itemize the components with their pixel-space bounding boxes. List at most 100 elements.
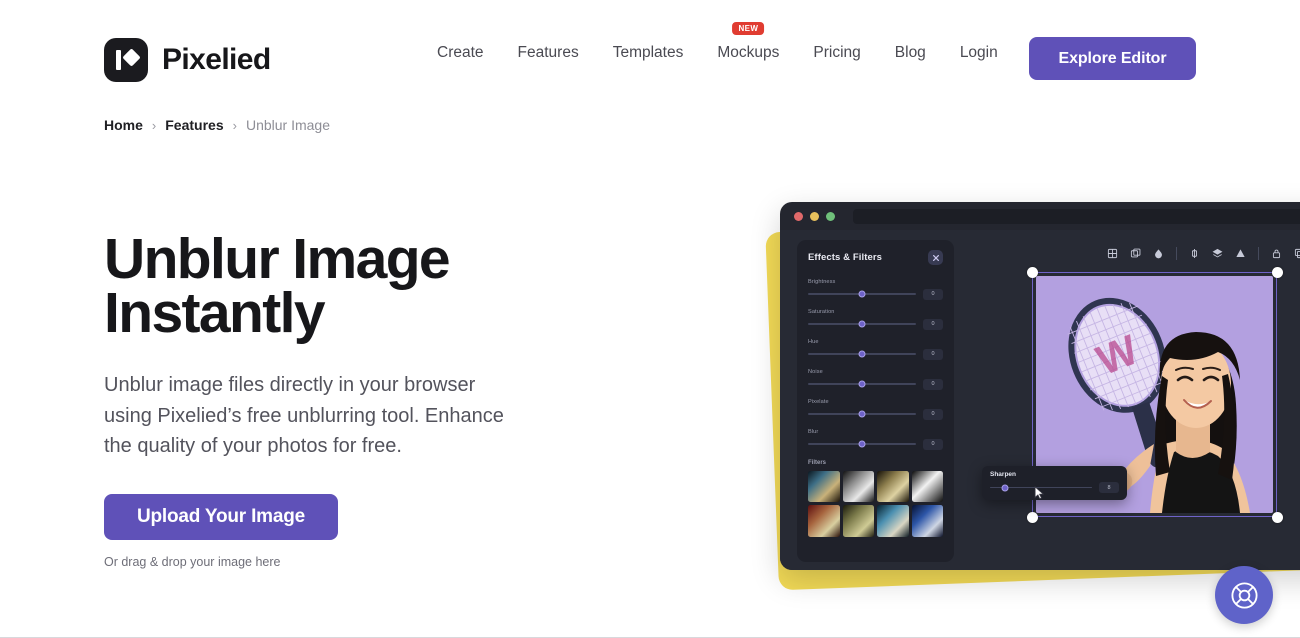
window-maximize-dot[interactable] [826,211,835,221]
slider-track[interactable] [808,350,916,358]
opacity-droplet-icon[interactable] [1149,244,1168,263]
hero-subtitle: Unblur image files directly in your brow… [104,374,504,457]
help-widget-button[interactable] [1215,566,1273,624]
filter-swatch[interactable] [808,505,840,537]
gradient-icon[interactable] [1231,244,1250,263]
resize-handle-top-right[interactable] [1271,266,1283,278]
filter-swatch[interactable] [877,505,909,537]
sharpen-value[interactable]: 8 [1099,482,1119,493]
effects-and-filters-panel: Effects & Filters Brightness 0 Saturatio… [797,240,954,562]
brand-logo-link[interactable]: Pixelied [104,38,271,82]
breadcrumb: Home › Features › Unblur Image [104,117,330,133]
filter-swatch[interactable] [808,470,840,502]
new-badge: NEW [732,22,765,35]
resize-handle-bottom-right[interactable] [1271,511,1283,523]
sharpen-label: Sharpen [990,471,1017,478]
slider-label: Brightness [808,279,836,285]
slider-value[interactable]: 0 [923,288,943,300]
copy-icon[interactable] [1290,244,1300,263]
filter-swatch[interactable] [911,470,943,502]
page-title: Unblur Image Instantly [104,227,451,345]
nav-label: Create [437,44,484,61]
slider-value[interactable]: 0 [923,408,943,420]
nav-label: Blog [894,44,926,61]
slider-noise: Noise 0 [808,369,943,390]
slider-blur: Blur 0 [808,429,943,450]
slider-pixelate: Pixelate 0 [808,399,943,420]
mock-browser-window: Effects & Filters Brightness 0 Saturatio… [780,202,1300,570]
slider-track[interactable] [808,290,916,298]
nav-label: Templates [612,44,684,61]
slider-label: Hue [808,339,819,345]
slider-track[interactable] [808,440,916,448]
slider-track[interactable] [808,410,916,418]
crop-icon[interactable] [1103,244,1122,263]
slider-saturation: Saturation 0 [808,309,943,330]
slider-label: Blur [808,429,819,435]
slider-brightness: Brightness 0 [808,279,943,300]
slider-track[interactable] [808,320,916,328]
filter-swatch[interactable] [877,470,909,502]
nav-item-templates[interactable]: Templates [596,44,701,62]
explore-editor-button[interactable]: Explore Editor [1029,37,1196,80]
slider-knob[interactable] [858,410,866,418]
filter-swatch[interactable] [842,505,874,537]
site-header: Pixelied Create Features Templates NEW M… [0,0,1300,105]
slider-value[interactable]: 0 [923,318,943,330]
slider-value[interactable]: 0 [923,378,943,390]
slider-knob[interactable] [858,290,866,298]
nav-item-create[interactable]: Create [420,44,501,62]
filters-grid [808,470,943,537]
nav-item-login[interactable]: Login [943,44,1015,62]
upload-your-image-button[interactable]: Upload Your Image [104,494,338,540]
sharpen-slider-knob[interactable] [1001,484,1009,491]
panel-title: Effects & Filters [808,252,883,263]
filter-swatch[interactable] [911,505,943,537]
breadcrumb-item-features[interactable]: Features [165,117,223,133]
resize-handle-top-left[interactable] [1026,266,1038,278]
sharpen-slider-track[interactable] [990,484,1092,491]
resize-handle-bottom-left[interactable] [1026,511,1038,523]
slider-hue: Hue 0 [808,339,943,360]
main-nav: Create Features Templates NEW Mockups Pr… [420,22,1015,62]
mock-address-bar[interactable] [853,208,1300,224]
slider-label: Pixelate [808,399,829,405]
nav-label: Login [959,44,998,61]
pixelied-logo-icon [104,38,148,82]
slider-knob[interactable] [858,380,866,388]
canvas-selection[interactable]: W Sharpen 8 [982,266,1283,523]
slider-value[interactable]: 0 [923,348,943,360]
editor-mockup: Effects & Filters Brightness 0 Saturatio… [760,190,1300,610]
nav-item-mockups[interactable]: NEW Mockups [700,22,796,62]
toolbar-divider [1176,247,1177,260]
window-close-dot[interactable] [794,211,803,221]
window-minimize-dot[interactable] [810,211,819,221]
layers-icon[interactable] [1208,244,1227,263]
breadcrumb-separator: › [151,117,157,133]
sharpen-popover: Sharpen 8 [982,466,1127,500]
flip-vertical-icon[interactable] [1185,244,1204,263]
nav-label: Mockups [717,44,780,61]
slider-knob[interactable] [858,320,866,328]
breadcrumb-item-current: Unblur Image [245,117,330,133]
slider-knob[interactable] [858,350,866,358]
close-icon[interactable] [928,250,943,265]
nav-item-blog[interactable]: Blog [878,44,943,62]
filter-swatch[interactable] [842,470,874,502]
breadcrumb-item-home[interactable]: Home [104,117,143,133]
slider-track[interactable] [808,380,916,388]
nav-item-pricing[interactable]: Pricing [796,44,877,62]
canvas-toolbar [1103,244,1300,263]
mock-titlebar [780,202,1300,230]
slider-label: Saturation [808,309,835,315]
nav-item-features[interactable]: Features [501,44,596,62]
slider-value[interactable]: 0 [923,438,943,450]
breadcrumb-separator: › [232,117,237,133]
duplicate-layer-icon[interactable] [1126,244,1145,263]
lock-icon[interactable] [1267,244,1286,263]
toolbar-divider [1258,247,1259,260]
filters-section-title: Filters [808,459,827,466]
panel-header: Effects & Filters [808,250,943,265]
slider-knob[interactable] [858,440,866,448]
brand-name: Pixelied [162,43,271,76]
